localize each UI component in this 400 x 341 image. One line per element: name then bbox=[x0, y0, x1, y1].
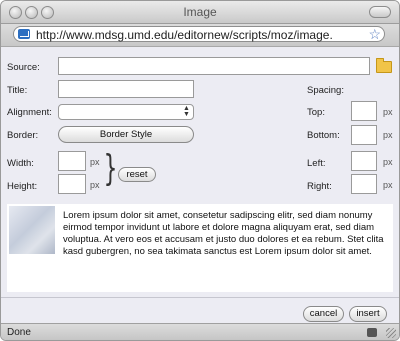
bookmark-star-icon[interactable]: ☆ bbox=[368, 26, 381, 43]
address-bar-row: http://www.mdsg.umd.edu/editornew/script… bbox=[1, 24, 399, 47]
width-input[interactable] bbox=[58, 151, 86, 171]
left-label: Left: bbox=[307, 158, 326, 169]
url-text[interactable]: http://www.mdsg.umd.edu/editornew/script… bbox=[36, 28, 356, 42]
image-dialog-window: Image http://www.mdsg.umd.edu/editornew/… bbox=[0, 0, 400, 341]
preview-lorem-text: Lorem ipsum dolor sit amet, consetetur s… bbox=[63, 210, 384, 257]
bottom-label: Bottom: bbox=[307, 130, 340, 141]
footer-divider bbox=[1, 297, 399, 298]
width-px-unit: px bbox=[90, 157, 100, 167]
source-input[interactable] bbox=[58, 57, 370, 75]
insert-button[interactable]: insert bbox=[349, 306, 387, 322]
status-bar: Done bbox=[1, 323, 399, 340]
bottom-spacing-input[interactable] bbox=[351, 125, 377, 145]
bottom-px-unit: px bbox=[383, 130, 393, 140]
left-spacing-input[interactable] bbox=[351, 151, 377, 171]
border-label: Border: bbox=[7, 130, 39, 141]
image-preview-area: Lorem ipsum dolor sit amet, consetetur s… bbox=[7, 204, 393, 292]
address-field[interactable]: http://www.mdsg.umd.edu/editornew/script… bbox=[13, 26, 385, 42]
alignment-select[interactable]: ▲ ▼ bbox=[58, 104, 194, 120]
width-label: Width: bbox=[7, 158, 34, 169]
browse-folder-icon[interactable] bbox=[376, 58, 392, 73]
right-px-unit: px bbox=[383, 180, 393, 190]
right-label: Right: bbox=[307, 181, 332, 192]
title-input[interactable] bbox=[58, 80, 194, 98]
window-title: Image bbox=[183, 5, 217, 19]
height-px-unit: px bbox=[90, 180, 100, 190]
top-spacing-input[interactable] bbox=[351, 101, 377, 121]
height-input[interactable] bbox=[58, 174, 86, 194]
alignment-label: Alignment: bbox=[7, 107, 52, 118]
height-label: Height: bbox=[7, 181, 38, 192]
top-px-unit: px bbox=[383, 107, 393, 117]
title-label: Title: bbox=[7, 85, 28, 96]
left-px-unit: px bbox=[383, 157, 393, 167]
source-label: Source: bbox=[7, 62, 40, 73]
right-spacing-input[interactable] bbox=[351, 174, 377, 194]
top-label: Top: bbox=[307, 107, 325, 118]
title-bar: Image bbox=[1, 1, 399, 24]
dimension-link-brace-icon: } bbox=[103, 148, 118, 189]
site-favicon-icon bbox=[18, 29, 30, 39]
reset-button[interactable]: reset bbox=[118, 167, 156, 182]
cancel-button[interactable]: cancel bbox=[303, 306, 344, 322]
toolbar-toggle-button[interactable] bbox=[369, 6, 391, 18]
addon-puzzle-icon[interactable] bbox=[367, 328, 377, 337]
spacing-label: Spacing: bbox=[307, 85, 344, 96]
status-text: Done bbox=[7, 327, 31, 338]
preview-text-block: Lorem ipsum dolor sit amet, consetetur s… bbox=[11, 210, 389, 258]
updown-arrows-icon: ▲ ▼ bbox=[183, 105, 190, 118]
border-style-button[interactable]: Border Style bbox=[58, 126, 194, 143]
resize-grip-icon[interactable] bbox=[386, 328, 396, 338]
